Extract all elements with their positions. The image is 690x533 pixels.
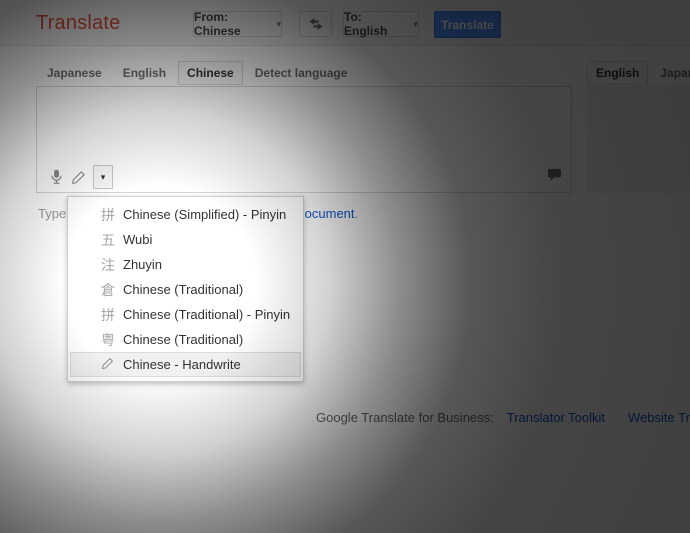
- app-logo: Translate: [36, 12, 120, 35]
- translate-button[interactable]: Translate: [434, 11, 501, 38]
- menu-item-traditional-pinyin[interactable]: 拼 Chinese (Traditional) - Pinyin: [70, 302, 301, 327]
- chevron-down-icon: ▾: [413, 19, 418, 30]
- input-method-menu: 拼 Chinese (Simplified) - Pinyin 五 Wubi 注…: [67, 196, 304, 382]
- hint-suffix: .: [355, 206, 359, 221]
- source-text-area[interactable]: ▾: [36, 86, 572, 193]
- translator-toolkit-link[interactable]: Translator Toolkit: [507, 410, 605, 425]
- tab-detect-language[interactable]: Detect language: [246, 61, 357, 85]
- pinyin-character-icon: 拼: [101, 205, 123, 225]
- cantonese-character-icon: 粤: [101, 330, 123, 350]
- menu-item-handwrite[interactable]: Chinese - Handwrite: [70, 352, 301, 377]
- tab-english[interactable]: English: [114, 61, 175, 85]
- app-header: Translate From: Chinese ▾ To: English ▾ …: [0, 0, 690, 46]
- translation-result-area: [587, 86, 690, 193]
- voice-input-button[interactable]: [45, 165, 67, 189]
- menu-item-simplified-pinyin[interactable]: 拼 Chinese (Simplified) - Pinyin: [70, 202, 301, 227]
- menu-item-label: Chinese (Traditional) - Pinyin: [123, 307, 290, 322]
- cangjie-character-icon: 倉: [101, 280, 123, 300]
- zhuyin-character-icon: 注: [101, 255, 123, 275]
- speech-bubble-icon: [547, 168, 562, 181]
- wubi-character-icon: 五: [101, 230, 123, 250]
- google-translate-page: Translate From: Chinese ▾ To: English ▾ …: [0, 0, 690, 533]
- tab-target-japanese[interactable]: Japanese: [651, 61, 690, 85]
- chevron-down-icon: ▾: [276, 19, 281, 30]
- to-language-label: To: English: [344, 10, 407, 38]
- menu-item-wubi[interactable]: 五 Wubi: [70, 227, 301, 252]
- microphone-icon: [50, 168, 63, 186]
- input-toolbar: ▾: [45, 165, 113, 189]
- business-caption: Google Translate for Business:: [316, 410, 494, 425]
- handwrite-input-button[interactable]: [67, 165, 89, 189]
- menu-item-label: Chinese (Traditional): [123, 332, 243, 347]
- pencil-icon: [101, 357, 123, 373]
- input-method-dropdown-toggle[interactable]: ▾: [93, 165, 113, 189]
- tab-target-english[interactable]: English: [587, 61, 648, 85]
- menu-item-label: Wubi: [123, 232, 152, 247]
- tab-chinese[interactable]: Chinese: [178, 61, 243, 85]
- caret-down-icon: ▾: [101, 172, 106, 183]
- pencil-icon: [71, 170, 86, 185]
- menu-item-cantonese[interactable]: 粤 Chinese (Traditional): [70, 327, 301, 352]
- source-language-tabbar: Japanese English Chinese Detect language: [38, 61, 359, 85]
- menu-item-label: Zhuyin: [123, 257, 162, 272]
- website-translator-link[interactable]: Website Translator: [628, 410, 690, 425]
- tab-japanese[interactable]: Japanese: [38, 61, 111, 85]
- footer: Google Translate for Business: Translato…: [316, 410, 690, 425]
- swap-arrows-icon: [307, 17, 325, 31]
- contribute-button[interactable]: [547, 168, 562, 186]
- menu-item-label: Chinese (Simplified) - Pinyin: [123, 207, 286, 222]
- menu-item-zhuyin[interactable]: 注 Zhuyin: [70, 252, 301, 277]
- swap-languages-button[interactable]: [299, 11, 332, 37]
- to-language-dropdown[interactable]: To: English ▾: [343, 11, 419, 37]
- from-language-label: From: Chinese: [194, 10, 270, 38]
- menu-item-label: Chinese - Handwrite: [123, 357, 241, 372]
- menu-item-cangjie[interactable]: 倉 Chinese (Traditional): [70, 277, 301, 302]
- from-language-dropdown[interactable]: From: Chinese ▾: [193, 11, 282, 37]
- menu-item-label: Chinese (Traditional): [123, 282, 243, 297]
- pinyin-character-icon: 拼: [101, 305, 123, 325]
- target-language-tabbar: English Japanese: [587, 61, 690, 85]
